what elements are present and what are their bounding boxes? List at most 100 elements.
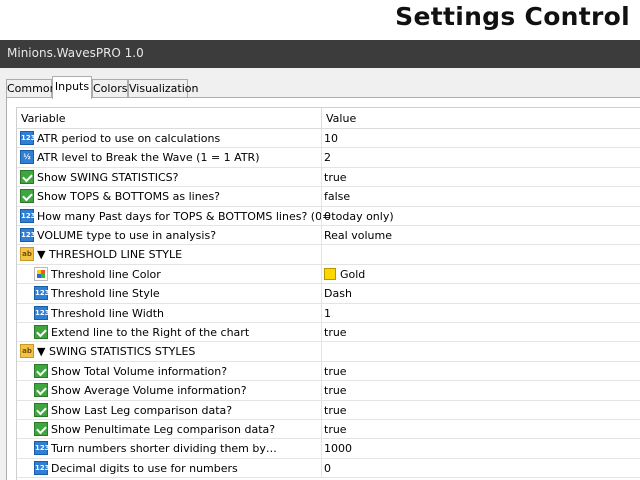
column-divider	[321, 323, 322, 342]
column-divider	[321, 148, 322, 167]
boolean-icon	[34, 402, 48, 417]
group-label: ▼ THRESHOLD LINE STYLE	[37, 248, 183, 262]
tab-colors[interactable]: Colors	[92, 79, 128, 98]
banner-title: Settings Control	[395, 2, 630, 31]
column-divider[interactable]	[321, 108, 322, 129]
column-divider	[321, 129, 322, 148]
parameter-label: Extend line to the Right of the chart	[51, 326, 250, 339]
parameter-value[interactable]: Dash	[324, 287, 352, 300]
settings-dialog: Common Inputs Colors Visualization Varia…	[0, 68, 640, 480]
parameter-value[interactable]: 1000	[324, 442, 352, 455]
parameter-row[interactable]: 123 ATR period to use on calculations 10	[17, 129, 640, 149]
color-swatch[interactable]	[324, 267, 336, 280]
parameter-row[interactable]: 123 Threshold line Width 1	[17, 303, 640, 323]
parameter-value[interactable]: Real volume	[324, 229, 392, 242]
parameter-row[interactable]: 123 VOLUME type to use in analysis? Real v…	[17, 226, 640, 246]
column-divider	[321, 420, 322, 439]
column-divider	[321, 439, 322, 458]
parameter-value[interactable]: 10	[324, 132, 338, 145]
parameter-label: VOLUME type to use in analysis?	[37, 229, 217, 242]
column-divider	[321, 245, 322, 264]
column-divider	[321, 187, 322, 206]
column-divider	[321, 264, 322, 284]
integer-icon: 123	[20, 228, 36, 242]
window-titlebar[interactable]: Minions.WavesPRO 1.0	[0, 40, 640, 68]
parameter-row[interactable]: Show Average Volume information? true	[17, 381, 640, 401]
boolean-icon	[34, 363, 48, 378]
parameter-value[interactable]: true	[324, 423, 347, 436]
boolean-icon	[34, 422, 48, 436]
column-divider	[321, 303, 322, 322]
integer-icon: 123	[34, 441, 50, 456]
group-label: ▼ SWING STATISTICS STYLES	[37, 345, 196, 359]
parameter-row[interactable]: ½ ATR level to Break the Wave (1 = 1 ATR)…	[17, 148, 640, 168]
group-row[interactable]: ab ▼ THRESHOLD LINE STYLE	[17, 245, 640, 265]
string-icon: ab	[20, 247, 34, 262]
boolean-icon	[20, 189, 34, 204]
integer-icon: 123	[34, 305, 50, 320]
boolean-icon	[20, 169, 34, 184]
column-divider	[321, 400, 322, 419]
parameter-label: Turn numbers shorter dividing them by…	[51, 442, 277, 456]
column-divider	[321, 206, 322, 225]
column-divider	[321, 458, 322, 478]
parameter-value[interactable]: true	[324, 365, 347, 378]
parameter-value[interactable]: true	[324, 384, 347, 397]
parameter-row[interactable]: Show SWING STATISTICS? true	[17, 167, 640, 188]
parameter-label: Show TOPS & BOTTOMS as lines?	[37, 190, 221, 204]
parameter-label: Show Last Leg comparison data?	[51, 403, 233, 417]
parameter-row[interactable]: Show Last Leg comparison data? true	[17, 400, 640, 420]
column-divider	[321, 381, 322, 400]
parameter-value[interactable]: true	[324, 326, 347, 339]
parameter-row[interactable]: 123 Threshold line Style Dash	[17, 284, 640, 304]
tab-visualization[interactable]: Visualization	[128, 79, 198, 98]
integer-icon: 123	[20, 208, 36, 223]
parameter-label: Threshold line Width	[51, 306, 165, 320]
parameter-row[interactable]: 123 Turn numbers shorter dividing them by…	[17, 439, 640, 459]
parameter-row[interactable]: 123 Decimal digits to use for numbers 0	[17, 458, 640, 479]
parameter-value[interactable]: 0	[324, 462, 331, 475]
double-icon: ½	[20, 150, 34, 165]
boolean-icon	[34, 383, 48, 398]
group-row[interactable]: ab ▼ SWING STATISTICS STYLES	[17, 342, 640, 362]
parameter-row[interactable]: Show Total Volume information? true	[17, 361, 640, 382]
parameter-label: Decimal digits to use for numbers	[51, 461, 238, 475]
integer-icon: 123	[20, 131, 36, 145]
tab-common[interactable]: Common	[6, 79, 57, 98]
parameter-label: Show Penultimate Leg comparison data?	[51, 423, 276, 436]
parameter-row[interactable]: Extend line to the Right of the chart tru…	[17, 323, 640, 343]
parameter-row[interactable]: Show Penultimate Leg comparison data? tru…	[17, 420, 640, 440]
parameter-label: Show Total Volume information?	[51, 364, 228, 378]
integer-icon: 123	[34, 460, 50, 475]
column-header-variable[interactable]: Variable	[21, 112, 66, 125]
parameter-value[interactable]: true	[324, 171, 347, 184]
inputs-panel: Variable Value 123 ATR period to use on c…	[6, 97, 640, 480]
parameter-label: Show Average Volume information?	[51, 384, 247, 398]
table-header: Variable Value	[17, 108, 640, 129]
tab-inputs[interactable]: Inputs	[52, 76, 92, 99]
column-divider	[321, 284, 322, 303]
parameter-value[interactable]: false	[324, 190, 350, 203]
column-divider	[321, 342, 322, 361]
string-icon: ab	[20, 344, 34, 359]
parameter-label: ATR level to Break the Wave (1 = 1 ATR)	[37, 151, 260, 165]
parameter-row[interactable]: Show TOPS & BOTTOMS as lines? false	[17, 187, 640, 207]
parameter-value[interactable]: 1	[324, 307, 331, 320]
parameter-value[interactable]: 0	[324, 210, 331, 223]
parameter-value[interactable]: Gold	[340, 268, 365, 281]
parameter-row[interactable]: Threshold line Color Gold	[17, 264, 640, 285]
parameter-label: Threshold line Style	[51, 287, 160, 301]
parameter-value[interactable]: 2	[324, 151, 331, 164]
integer-icon: 123	[34, 286, 50, 301]
parameter-row[interactable]: 123 How many Past days for TOPS & BOTTOMS…	[17, 206, 640, 226]
column-divider	[321, 226, 322, 245]
header-banner: Settings Control	[0, 0, 640, 40]
boolean-icon	[34, 325, 48, 339]
parameter-label: ATR period to use on calculations	[37, 132, 221, 145]
column-header-value[interactable]: Value	[326, 112, 356, 125]
parameter-value[interactable]: true	[324, 404, 347, 417]
column-divider	[321, 167, 322, 187]
color-icon	[34, 266, 48, 281]
window-title: Minions.WavesPRO 1.0	[7, 46, 144, 60]
parameter-label: Threshold line Color	[51, 267, 161, 281]
